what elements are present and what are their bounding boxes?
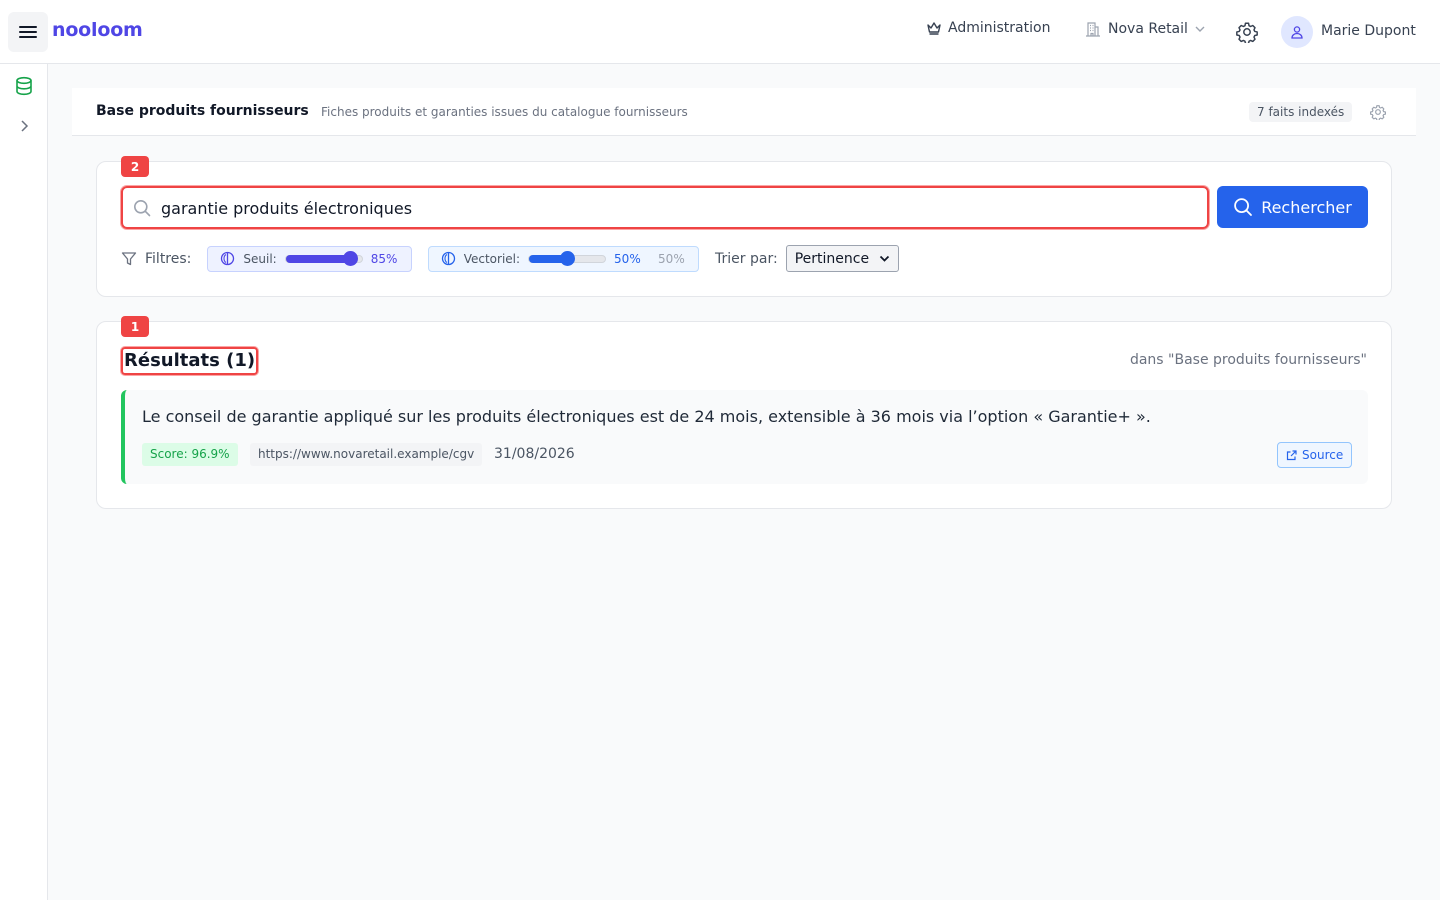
search-button[interactable]: Rechercher xyxy=(1217,186,1368,228)
threshold-label: Seuil: xyxy=(243,251,277,266)
chevron-right-icon[interactable] xyxy=(16,118,32,134)
vector-filter: Vectoriel: 50% 50% xyxy=(427,245,700,272)
source-button-label: Source xyxy=(1302,448,1344,462)
annotation-marker-1: 1 xyxy=(121,316,149,337)
sort-select[interactable]: Pertinence xyxy=(785,245,899,272)
filters-bar: Filtres: Seuil: 85% Vectoriel: 50% 50% T… xyxy=(121,245,899,272)
annotation-marker-2: 2 xyxy=(121,156,149,177)
building-icon xyxy=(1086,22,1100,37)
external-link-icon xyxy=(1286,449,1297,460)
vector-value: 50% xyxy=(614,251,641,266)
source-url-badge: https://www.novaretail.example/cgv xyxy=(250,443,483,466)
contrast-circle-icon xyxy=(221,251,235,266)
top-bar: nooloom Administration Nova Retail Marie… xyxy=(0,0,1440,64)
threshold-slider-handle[interactable] xyxy=(342,250,358,266)
administration-link[interactable]: Administration xyxy=(926,20,1050,36)
vector-slider-handle[interactable] xyxy=(559,250,575,266)
sort-label: Trier par: xyxy=(715,250,778,267)
menu-button[interactable] xyxy=(8,12,48,52)
kb-settings-icon[interactable] xyxy=(1370,104,1386,120)
vector-slider[interactable] xyxy=(528,250,607,266)
administration-label: Administration xyxy=(948,20,1051,36)
side-rail xyxy=(0,64,48,900)
hamburger-menu-icon xyxy=(19,26,37,38)
organization-switcher[interactable]: Nova Retail xyxy=(1084,20,1206,38)
search-field[interactable] xyxy=(121,186,1209,229)
threshold-slider[interactable] xyxy=(284,250,363,266)
results-scope: dans "Base produits fournisseurs" xyxy=(1129,352,1367,368)
avatar[interactable] xyxy=(1281,16,1313,48)
search-icon xyxy=(1234,198,1253,216)
result-item[interactable]: Le conseil de garantie appliqué sur les … xyxy=(121,390,1368,484)
user-icon xyxy=(1291,26,1303,39)
search-card: 2 Rechercher Filtres: Seuil: 85% Vectori… xyxy=(96,156,1392,297)
gear-icon[interactable] xyxy=(1236,21,1258,43)
chevron-down-icon xyxy=(879,255,889,262)
result-text: Le conseil de garantie appliqué sur les … xyxy=(142,407,1151,426)
threshold-slider-fill xyxy=(285,254,351,263)
filters-label: Filtres: xyxy=(121,251,191,267)
result-date: 31/08/2026 xyxy=(494,446,575,462)
crown-icon xyxy=(927,22,941,35)
threshold-value: 85% xyxy=(370,251,398,266)
chevron-down-icon xyxy=(1195,26,1205,32)
results-title: Résultats (1) xyxy=(121,347,259,375)
threshold-filter: Seuil: 85% xyxy=(207,245,412,272)
score-badge: Score: 96.9% xyxy=(142,443,238,466)
app-logo[interactable]: nooloom xyxy=(52,19,143,41)
source-button[interactable]: Source xyxy=(1277,442,1353,468)
vector-label: Vectoriel: xyxy=(463,251,521,266)
sort-select-value: Pertinence xyxy=(794,250,870,267)
database-icon[interactable] xyxy=(14,76,34,96)
user-name[interactable]: Marie Dupont xyxy=(1321,23,1416,39)
filter-icon xyxy=(121,251,137,265)
organization-label: Nova Retail xyxy=(1108,21,1188,37)
search-icon xyxy=(134,200,151,217)
knowledge-base-header: Base produits fournisseurs Fiches produi… xyxy=(72,88,1416,136)
search-input[interactable] xyxy=(161,196,1191,220)
results-card: 1 Résultats (1) dans "Base produits four… xyxy=(96,316,1392,509)
page-description: Fiches produits et garanties issues du c… xyxy=(321,105,688,119)
indexed-count-badge: 7 faits indexés xyxy=(1249,102,1353,122)
page-title: Base produits fournisseurs xyxy=(96,103,309,119)
vector-value-secondary: 50% xyxy=(658,251,685,266)
search-button-label: Rechercher xyxy=(1261,197,1352,217)
contrast-circle-icon xyxy=(441,251,455,266)
